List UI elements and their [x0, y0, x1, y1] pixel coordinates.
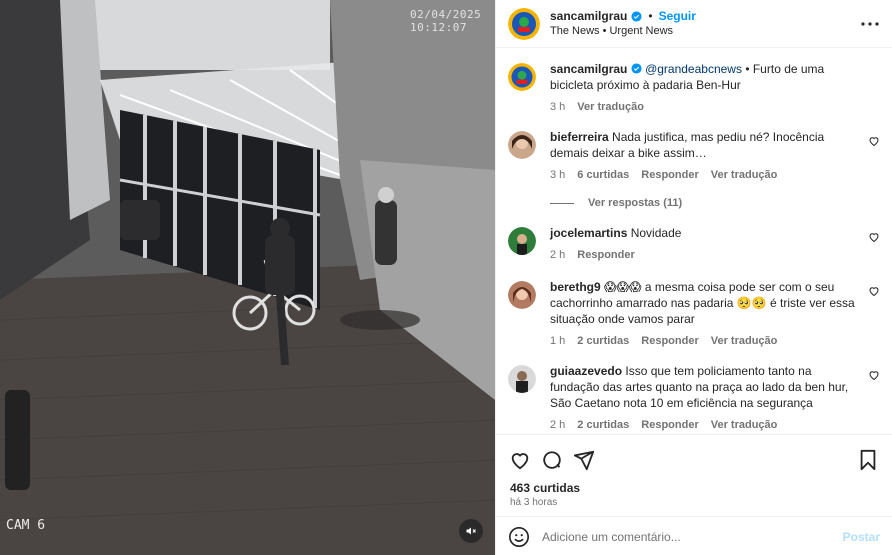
reply-button[interactable]: Responder [577, 247, 634, 263]
comment-likes[interactable]: 6 curtidas [577, 167, 629, 183]
post-actions: 463 curtidas há 3 horas Postar [496, 434, 892, 555]
audio-subtitle[interactable]: The News • Urgent News [550, 24, 696, 39]
translate-button[interactable]: Ver tradução [711, 333, 778, 349]
bookmark-icon [860, 449, 876, 471]
comments-list[interactable]: sancamilgrau @grandeabcnews • Furto de u… [496, 49, 892, 434]
author-avatar[interactable] [508, 7, 540, 40]
verified-badge-icon [631, 10, 642, 22]
translate-button[interactable]: Ver tradução [711, 167, 778, 183]
replies-line [550, 202, 574, 204]
heart-icon[interactable] [868, 285, 880, 297]
comment-username[interactable]: guiaazevedo [550, 364, 622, 378]
post-header: sancamilgrau • Seguir The News • Urgent … [496, 0, 892, 48]
more-options-button[interactable] [860, 14, 880, 34]
comment-item: guiaazevedo Isso que tem policiamento ta… [508, 363, 880, 433]
comment-input[interactable] [542, 529, 843, 544]
caption-translate[interactable]: Ver tradução [577, 99, 644, 115]
caption-avatar[interactable] [508, 63, 536, 91]
share-icon [573, 450, 595, 471]
view-replies-button[interactable]: Ver respostas (11) [550, 197, 880, 209]
comment-username[interactable]: berethg9 [550, 280, 601, 294]
caption-time[interactable]: 3 h [550, 99, 565, 115]
comment-username[interactable]: bieferreira [550, 130, 609, 144]
mute-button[interactable] [459, 519, 483, 543]
heart-icon [511, 453, 529, 470]
follow-button[interactable]: Seguir [659, 8, 696, 24]
caption-username[interactable]: sancamilgrau [550, 62, 627, 76]
add-comment-bar: Postar [496, 516, 892, 555]
share-button[interactable] [572, 448, 596, 472]
reply-button[interactable]: Responder [641, 333, 698, 349]
post-comment-button[interactable]: Postar [843, 530, 880, 544]
post-video[interactable]: 02/04/2025 10:12:07 CAM 6 [0, 0, 495, 555]
cctv-frame [0, 0, 495, 555]
save-button[interactable] [856, 448, 880, 472]
comment-time[interactable]: 2 h [550, 247, 565, 263]
post-time[interactable]: há 3 horas [496, 495, 892, 508]
commenter-avatar[interactable] [508, 281, 536, 309]
speaker-muted-icon [466, 527, 476, 535]
heart-icon[interactable] [868, 135, 880, 147]
like-button[interactable] [508, 448, 532, 472]
reply-button[interactable]: Responder [641, 167, 698, 183]
comment-likes[interactable]: 2 curtidas [577, 417, 629, 433]
heart-icon[interactable] [868, 231, 880, 243]
post-side-panel: sancamilgrau • Seguir The News • Urgent … [495, 0, 892, 555]
more-horizontal-icon [861, 22, 879, 26]
translate-button[interactable]: Ver tradução [711, 417, 778, 433]
comment-text: Novidade [630, 226, 682, 240]
reply-button[interactable]: Responder [641, 417, 698, 433]
comment-time[interactable]: 2 h [550, 417, 565, 433]
comment-time[interactable]: 3 h [550, 167, 565, 183]
commenter-avatar[interactable] [508, 227, 536, 255]
commenter-avatar[interactable] [508, 131, 536, 159]
comment-button[interactable] [540, 448, 564, 472]
likes-count[interactable]: 463 curtidas [496, 475, 892, 495]
commenter-avatar[interactable] [508, 365, 536, 393]
comment-item: berethg9 😱😱😱 a mesma coisa pode ser com … [508, 279, 880, 349]
caption: sancamilgrau @grandeabcnews • Furto de u… [508, 61, 880, 115]
comment-username[interactable]: jocelemartins [550, 226, 627, 240]
comment-icon [543, 451, 561, 469]
emoji-icon[interactable] [508, 526, 530, 548]
view-replies-label: Ver respostas (11) [588, 197, 683, 209]
author-username[interactable]: sancamilgrau [550, 8, 627, 24]
heart-icon[interactable] [868, 369, 880, 381]
comment-item: jocelemartins Novidade 2 h Responder [508, 225, 880, 263]
verified-badge-icon [631, 63, 642, 74]
camera-timestamp: 02/04/2025 10:12:07 [410, 8, 482, 34]
comment-time[interactable]: 1 h [550, 333, 565, 349]
camera-label: CAM 6 [6, 518, 46, 533]
separator-dot: • [648, 9, 653, 23]
comment-likes[interactable]: 2 curtidas [577, 333, 629, 349]
caption-mention[interactable]: @grandeabcnews [645, 62, 742, 76]
comment-item: bieferreira Nada justifica, mas pediu né… [508, 129, 880, 183]
